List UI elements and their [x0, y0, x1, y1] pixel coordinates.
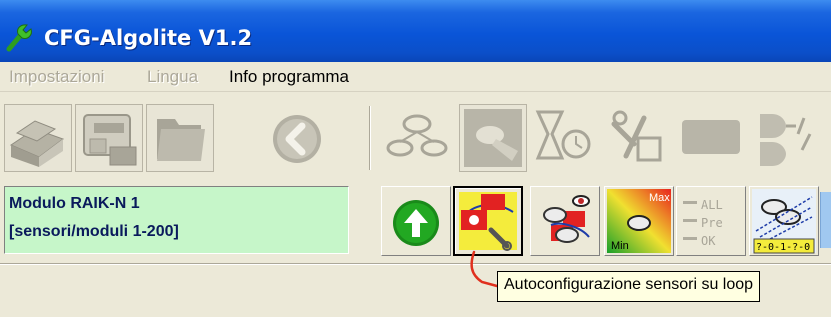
logic-gates-icon — [760, 114, 812, 166]
module-row: Modulo RAIK-N 1 [sensori/moduli 1-200] M… — [0, 180, 831, 260]
all-pre-ok-button[interactable]: ALL Pre OK — [676, 186, 746, 256]
stack-icon — [9, 120, 65, 167]
min-label: Min — [611, 240, 629, 252]
toolbar-logic-gates-button[interactable] — [750, 104, 818, 172]
module-info-panel: Modulo RAIK-N 1 [sensori/moduli 1-200] — [4, 186, 349, 254]
module-config-icon — [83, 114, 137, 166]
title-bar[interactable]: CFG-Algolite V1.2 — [0, 0, 831, 62]
toolbar-stack-button[interactable] — [4, 104, 72, 172]
tooltip-text: Autoconfigurazione sensori su loop — [504, 276, 754, 293]
max-label: Max — [649, 192, 670, 204]
sensor-grid-icon: ?-0-1-?-0 — [752, 189, 816, 254]
tools-icon — [611, 110, 662, 162]
menu-bar: Impostazioni Lingua Info programma — [0, 62, 831, 92]
cut-off-button[interactable] — [820, 192, 831, 248]
toolbar-separator — [369, 106, 371, 170]
blank-panel-icon — [682, 120, 740, 154]
pre-label: Pre — [701, 216, 723, 230]
ok-label: OK — [701, 234, 716, 248]
main-toolbar — [0, 98, 831, 178]
module-name: Modulo RAIK-N 1 — [9, 195, 140, 212]
module-range: [sensori/moduli 1-200] — [9, 223, 179, 240]
all-pre-ok-icon: ALL Pre OK — [683, 198, 723, 248]
wrench-icon — [6, 24, 32, 52]
upload-arrow-icon — [393, 200, 439, 246]
window-title: CFG-Algolite V1.2 — [44, 26, 253, 50]
toolbar-tools-button[interactable] — [604, 104, 672, 172]
application-window: CFG-Algolite V1.2 Impostazioni Lingua In… — [0, 0, 831, 317]
folders-icon — [157, 119, 205, 161]
autoconfig-sensors-button[interactable] — [453, 186, 523, 256]
toolbar-sensor-hand-button[interactable] — [459, 104, 527, 172]
toolbar-folders-button[interactable] — [146, 104, 214, 172]
max-min-button[interactable]: Max Min — [604, 186, 674, 256]
toolbar-module-config-button[interactable] — [75, 104, 143, 172]
hourglass-timer-icon — [535, 110, 591, 160]
sensor-grid-label: ?-0-1-?-0 — [756, 242, 810, 253]
toolbar-back-button[interactable] — [262, 104, 330, 172]
max-min-gradient-icon: Max Min — [607, 189, 671, 253]
sensor-eye-button[interactable] — [530, 186, 600, 256]
menu-impostazioni[interactable]: Impostazioni — [9, 67, 104, 87]
sensor-grid-button[interactable]: ?-0-1-?-0 — [749, 186, 819, 256]
toolbar-sensors-tree-button[interactable] — [384, 104, 452, 172]
toolbar-blank-panel-button[interactable] — [678, 104, 746, 172]
autoconfig-sensors-icon — [459, 192, 517, 251]
menu-lingua[interactable]: Lingua — [147, 67, 198, 87]
toolbar-hourglass-timer-button[interactable] — [530, 104, 598, 172]
menu-info-programma[interactable]: Info programma — [229, 67, 349, 87]
sensors-tree-icon — [386, 114, 448, 157]
all-label: ALL — [701, 198, 723, 212]
tooltip: Autoconfigurazione sensori su loop — [497, 271, 761, 302]
back-arrow-icon — [273, 115, 321, 163]
upload-button[interactable] — [381, 186, 451, 256]
sensor-hand-icon — [464, 109, 522, 167]
separator-line — [0, 263, 831, 265]
sensor-eye-icon — [543, 195, 590, 243]
